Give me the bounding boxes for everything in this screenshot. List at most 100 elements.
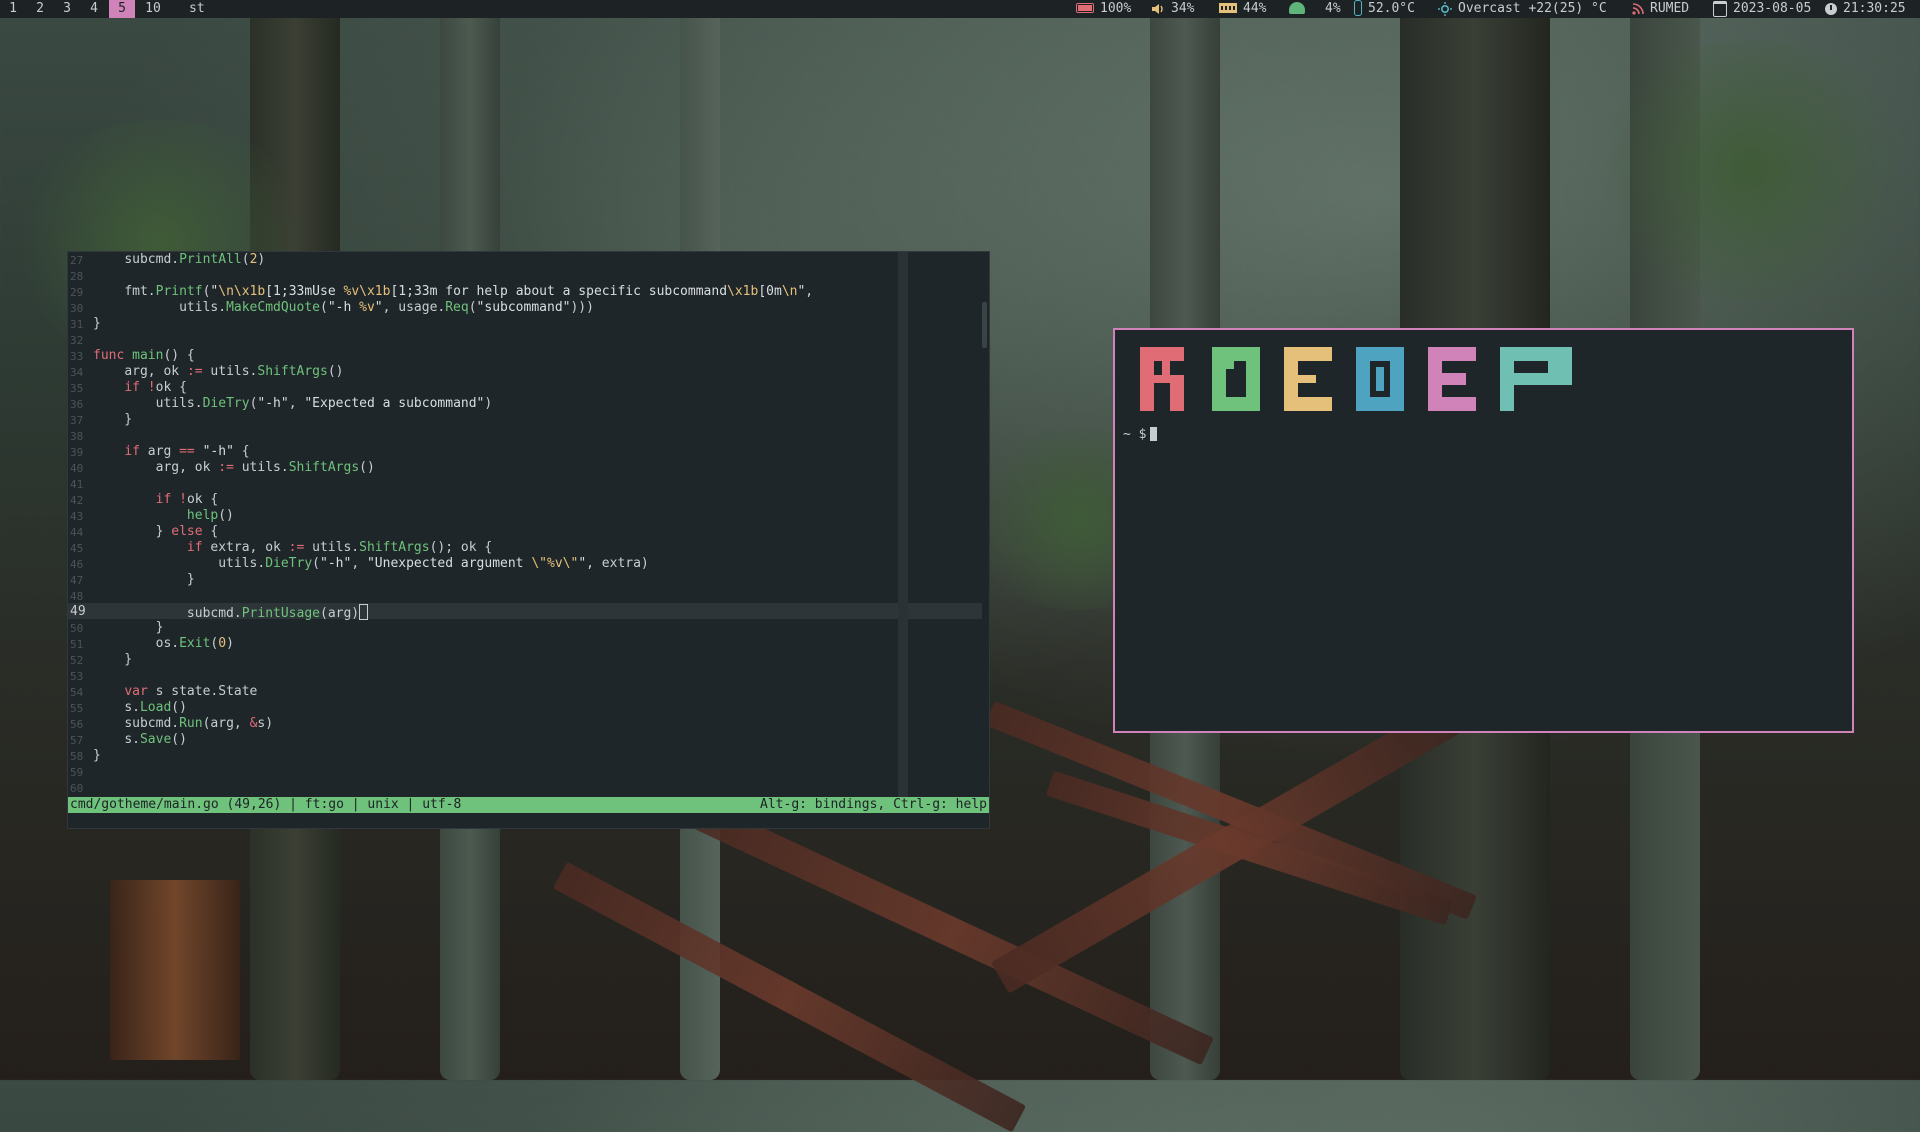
line-number: 54 — [70, 686, 84, 699]
cpu-status: 4% — [1289, 0, 1341, 18]
code-line: os.Exit(0) — [155, 636, 234, 651]
workspace-4[interactable]: 4 — [83, 0, 105, 18]
line-number: 37 — [70, 414, 84, 427]
line-number: 40 — [70, 462, 84, 475]
line-number: 47 — [70, 574, 84, 587]
code-line: utils.DieTry("-h", "Unexpected argument … — [218, 556, 649, 571]
editor-window[interactable]: 27 28 29 30 31 32 33 34 35 36 37 38 39 4… — [67, 251, 990, 829]
line-number: 50 — [70, 622, 84, 635]
code-line: utils.MakeCmdQuote("-h %v", usage.Req("s… — [179, 300, 594, 315]
line-number: 28 — [70, 270, 84, 283]
scrollbar[interactable] — [982, 302, 987, 348]
line-number: 60 — [70, 782, 84, 795]
weather-value: Overcast +22(25) °C — [1458, 1, 1607, 16]
code-line: } — [93, 412, 133, 427]
line-number: 43 — [70, 510, 84, 523]
current-line-number: 49 — [70, 604, 86, 619]
keybinding-hint: Alt-g: bindings, Ctrl-g: help — [760, 797, 987, 812]
terminal-cursor — [1150, 427, 1158, 441]
code-line: } — [93, 316, 101, 331]
code-line: help() — [186, 508, 234, 523]
code-line: if arg == "-h" { — [124, 444, 250, 459]
boardwalk-plank — [552, 861, 1027, 1132]
memory-icon — [1219, 2, 1237, 13]
workspace-10[interactable]: 10 — [142, 0, 164, 18]
code-line: subcmd.PrintAll(2) — [124, 252, 266, 267]
boardwalk-plank — [693, 801, 1214, 1066]
code-line: if extra, ok := utils.ShiftArgs(); ok { — [186, 540, 493, 555]
code-line: } else { — [155, 524, 219, 539]
workspace-1[interactable]: 1 — [2, 0, 24, 18]
line-number: 34 — [70, 366, 84, 379]
calendar-icon — [1713, 0, 1727, 17]
line-number: 39 — [70, 446, 84, 459]
line-number: 58 — [70, 750, 84, 763]
rss-status: RUMED — [1632, 0, 1689, 18]
code-line: var s state.State — [124, 684, 258, 699]
code-line: } — [93, 620, 164, 635]
code-line: utils.DieTry("-h", "Expected a subcomman… — [155, 396, 493, 411]
code-line: s.Load() — [124, 700, 187, 715]
line-number: 27 — [70, 254, 84, 267]
terminal-window[interactable]: ~ $ — [1113, 328, 1854, 733]
line-number: 30 — [70, 302, 84, 315]
cpu-value: 4% — [1325, 1, 1341, 16]
code-line: } — [93, 652, 133, 667]
line-number: 38 — [70, 430, 84, 443]
date-status: 2023-08-05 — [1713, 0, 1811, 18]
volume-status[interactable]: 34% — [1151, 0, 1194, 18]
code-line: func main() { — [93, 348, 195, 363]
line-number: 32 — [70, 334, 84, 347]
code-line: arg, ok := utils.ShiftArgs() — [124, 364, 344, 379]
line-number: 57 — [70, 734, 84, 747]
speaker-icon — [1152, 3, 1163, 14]
battery-status: 100% — [1076, 0, 1131, 18]
line-number: 44 — [70, 526, 84, 539]
pixel-logo — [1140, 347, 1572, 411]
line-number: 41 — [70, 478, 84, 491]
line-number: 42 — [70, 494, 84, 507]
workspace-3[interactable]: 3 — [56, 0, 78, 18]
cpu-gauge-icon — [1289, 1, 1305, 14]
time-status: 21:30:25 — [1825, 0, 1906, 18]
sun-icon — [1438, 1, 1452, 16]
top-bar: 1 2 3 4 5 10 st 100% 34% 44% 4% 52.0°C O… — [0, 0, 1920, 18]
code-line-current: subcmd.PrintUsage(arg) — [93, 604, 369, 621]
temperature-value: 52.0°C — [1368, 1, 1415, 16]
workspace-2[interactable]: 2 — [29, 0, 51, 18]
editor-statusbar: cmd/gotheme/main.go (49,26) | ft:go | un… — [68, 797, 989, 813]
temperature-status: 52.0°C — [1354, 0, 1415, 18]
prompt-text: ~ $ — [1123, 427, 1147, 442]
line-number: 56 — [70, 718, 84, 731]
time-value: 21:30:25 — [1843, 1, 1906, 16]
memory-value: 44% — [1243, 1, 1267, 16]
file-info: cmd/gotheme/main.go (49,26) | ft:go | un… — [70, 797, 462, 812]
line-number: 52 — [70, 654, 84, 667]
code-line: if !ok { — [124, 380, 187, 395]
code-line: s.Save() — [124, 732, 187, 747]
line-number: 59 — [70, 766, 84, 779]
code-line: fmt.Printf("\n\x1b[1;33mUse %v\x1b[1;33m… — [124, 284, 814, 299]
workspace-5[interactable]: 5 — [109, 0, 135, 18]
rss-value: RUMED — [1650, 1, 1690, 16]
clock-icon — [1825, 2, 1837, 15]
code-line: arg, ok := utils.ShiftArgs() — [155, 460, 375, 475]
line-number: 35 — [70, 382, 84, 395]
line-number: 31 — [70, 318, 84, 331]
line-number: 51 — [70, 638, 84, 651]
text-cursor — [359, 604, 369, 620]
weather-status: Overcast +22(25) °C — [1438, 0, 1607, 18]
vertical-split — [898, 252, 908, 798]
battery-value: 100% — [1100, 1, 1132, 16]
volume-value: 34% — [1171, 1, 1195, 16]
rss-icon — [1632, 2, 1644, 15]
code-line: } — [93, 572, 195, 587]
message-line — [68, 813, 989, 828]
log — [110, 880, 240, 1060]
battery-icon — [1076, 2, 1094, 13]
window-title: st — [189, 1, 205, 16]
line-number: 46 — [70, 558, 84, 571]
code-line: subcmd.Run(arg, &s) — [124, 716, 274, 731]
shell-prompt[interactable]: ~ $ — [1123, 427, 1158, 442]
foliage — [1580, 40, 1920, 300]
